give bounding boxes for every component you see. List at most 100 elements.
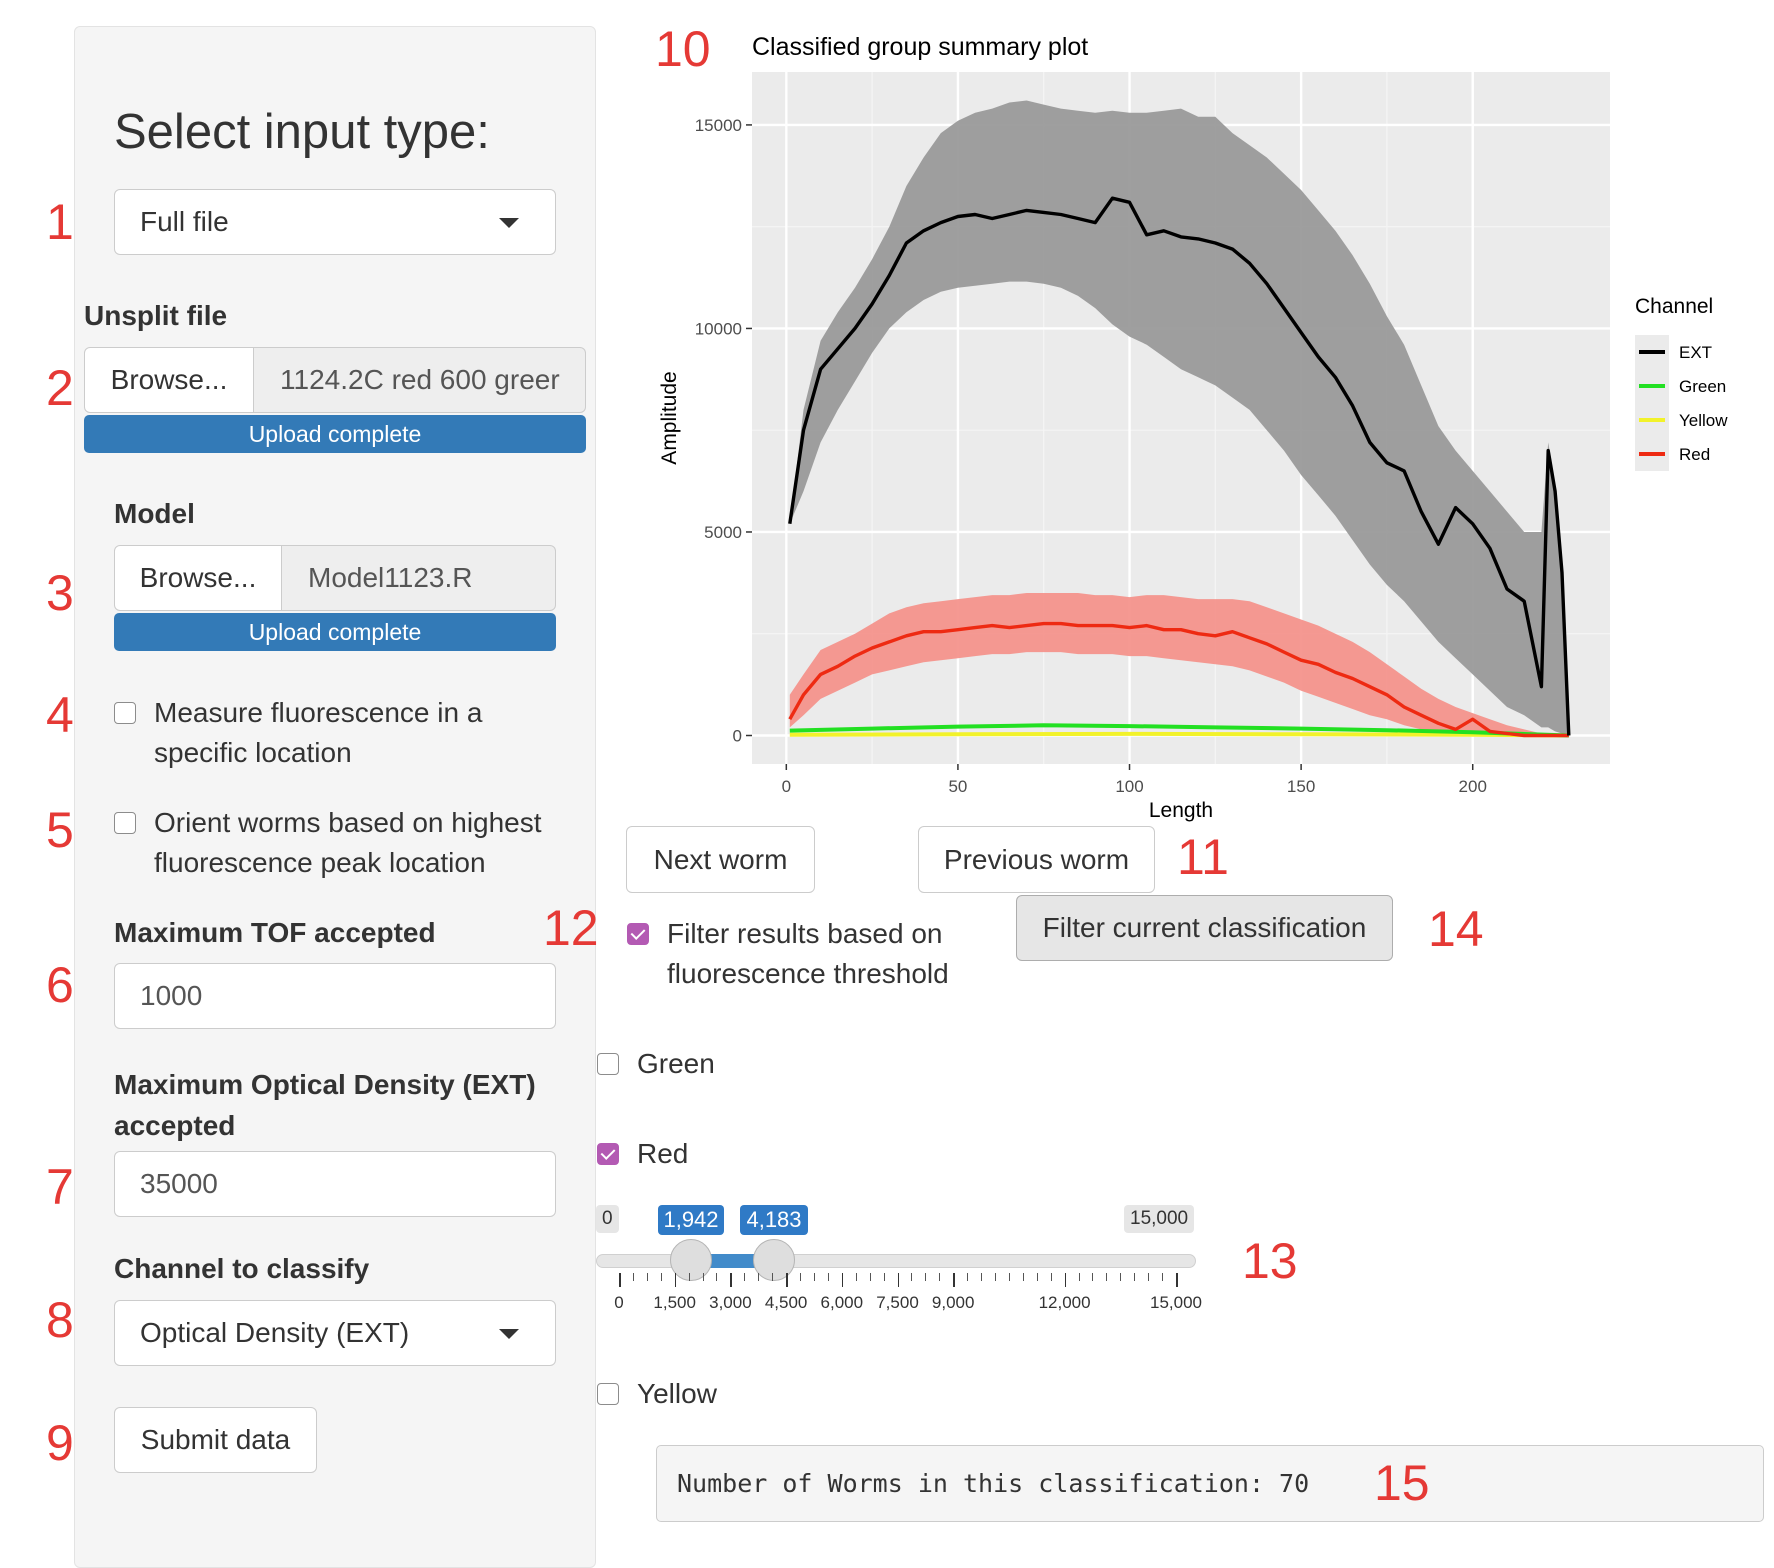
slider-minor-tick — [925, 1273, 927, 1281]
x-tick-label: 200 — [1459, 777, 1487, 796]
slider-handle-from[interactable] — [670, 1239, 713, 1281]
x-tick-label: 150 — [1287, 777, 1315, 796]
max-ext-label: Maximum Optical Density (EXT) accepted — [114, 1064, 536, 1146]
slider-major-tick — [619, 1273, 621, 1287]
input-type-value: Full file — [140, 206, 229, 237]
slider-minor-tick — [967, 1273, 969, 1281]
unsplit-browse-button[interactable]: Browse... — [84, 347, 254, 413]
model-file-input[interactable]: Browse... Model1123.R — [114, 545, 556, 611]
model-upload-progress: Upload complete — [114, 613, 556, 651]
unsplit-file-input[interactable]: Browse... 1124.2C red 600 greer — [84, 347, 586, 413]
model-label: Model — [114, 498, 195, 529]
legend-label-green: Green — [1679, 377, 1726, 396]
green-channel-checkbox[interactable] — [597, 1053, 619, 1075]
annotation-4: 4 — [46, 687, 74, 743]
slider-tick-label: 15,000 — [1150, 1293, 1202, 1312]
max-ext-label-line2: accepted — [114, 1110, 236, 1141]
y-tick-label: 0 — [733, 727, 742, 746]
slider-minor-tick — [1162, 1273, 1164, 1281]
slider-minor-tick — [1148, 1273, 1150, 1281]
max-ext-label-line1: Maximum Optical Density (EXT) — [114, 1069, 536, 1100]
previous-worm-button[interactable]: Previous worm — [918, 826, 1155, 893]
slider-minor-tick — [800, 1273, 802, 1281]
unsplit-progress-label: Upload complete — [248, 420, 422, 447]
annotation-12: 12 — [543, 900, 599, 956]
annotation-1: 1 — [46, 194, 74, 250]
next-worm-button[interactable]: Next worm — [626, 826, 815, 893]
x-tick-label: 50 — [948, 777, 967, 796]
filter-threshold-line2: fluorescence threshold — [667, 958, 949, 989]
filter-threshold-line1: Filter results based on — [667, 918, 943, 949]
slider-tick-label: 12,000 — [1038, 1293, 1091, 1312]
slider-tick-label: 3,000 — [709, 1293, 752, 1312]
channel-classify-select[interactable]: Optical Density (EXT) — [114, 1300, 556, 1366]
model-progress-label: Upload complete — [248, 618, 422, 645]
annotation-9: 9 — [46, 1415, 74, 1471]
input-type-select[interactable]: Full file — [114, 189, 556, 255]
slider-min-label: 0 — [596, 1205, 619, 1233]
slider-minor-tick — [855, 1273, 857, 1281]
line-yellow — [789, 731, 1569, 738]
slider-minor-tick — [994, 1273, 996, 1281]
red-channel-label: Red — [637, 1138, 689, 1169]
slider-to-label: 4,183 — [740, 1205, 808, 1235]
measure-fluorescence-checkbox[interactable] — [114, 702, 136, 724]
slider-minor-tick — [702, 1273, 704, 1281]
slider-tick-label: 4,500 — [764, 1293, 808, 1312]
summary-plot: 0 50 100 150 200 0 5000 10000 15000 Length Ampli… — [658, 72, 1728, 822]
chevron-down-icon — [499, 218, 519, 228]
annotation-8: 8 — [46, 1292, 74, 1348]
slider-major-tick — [730, 1273, 732, 1287]
slider-minor-tick — [813, 1273, 815, 1281]
x-tick-label: 0 — [782, 777, 791, 796]
orient-worms-checkbox[interactable] — [114, 812, 136, 834]
annotation-5: 5 — [46, 802, 74, 858]
slider-tick-label: 0 — [614, 1293, 624, 1312]
channel-classify-label: Channel to classify — [114, 1253, 370, 1284]
slider-minor-tick — [660, 1273, 662, 1281]
slider-tick-label: 6,000 — [820, 1293, 864, 1312]
red-channel-checkbox[interactable] — [597, 1143, 619, 1165]
slider-major-tick — [953, 1273, 955, 1287]
y-tick-label: 15000 — [695, 116, 742, 135]
slider-tick-label: 1,500 — [653, 1293, 696, 1312]
x-tick-label: 100 — [1115, 777, 1143, 796]
measure-fluorescence-line1: Measure fluorescence in a — [154, 697, 483, 728]
slider-major-tick — [841, 1273, 844, 1287]
yellow-channel-label: Yellow — [637, 1378, 717, 1409]
slider-major-tick — [1064, 1273, 1067, 1287]
slider-minor-tick — [1036, 1273, 1038, 1281]
filter-threshold-label: Filter results based on fluorescence thr… — [667, 914, 949, 994]
orient-worms-line1: Orient worms based on highest — [154, 807, 542, 838]
annotation-13: 13 — [1242, 1233, 1298, 1289]
slider-handle-to[interactable] — [753, 1239, 796, 1281]
max-ext-input[interactable]: 35000 — [114, 1151, 556, 1217]
orient-worms-label: Orient worms based on highest fluorescen… — [154, 803, 542, 883]
legend-label-ext: EXT — [1679, 343, 1712, 362]
unsplit-filename: 1124.2C red 600 greer — [254, 347, 586, 413]
plot-title: Classified group summary plot — [752, 33, 1089, 61]
worm-count-output: Number of Worms in this classification: … — [656, 1445, 1764, 1522]
legend-label-yellow: Yellow — [1679, 411, 1728, 430]
submit-data-button[interactable]: Submit data — [114, 1407, 317, 1473]
green-channel-label: Green — [637, 1048, 715, 1079]
measure-fluorescence-line2: specific location — [154, 737, 352, 768]
annotation-3: 3 — [46, 565, 74, 621]
plot-xlabel: Length — [1149, 799, 1213, 822]
y-tick-label: 5000 — [704, 523, 742, 542]
filter-classification-button[interactable]: Filter current classification — [1016, 895, 1393, 961]
plot-ylabel: Amplitude — [658, 371, 681, 464]
slider-major-tick — [674, 1273, 677, 1287]
y-tick-label: 10000 — [695, 319, 742, 338]
slider-minor-tick — [688, 1273, 690, 1281]
legend-title: Channel — [1635, 295, 1713, 318]
filter-threshold-checkbox[interactable] — [627, 923, 649, 945]
slider-minor-tick — [716, 1273, 718, 1281]
slider-minor-tick — [758, 1273, 760, 1281]
chevron-down-icon — [499, 1329, 519, 1339]
slider-minor-tick — [772, 1273, 774, 1281]
yellow-channel-checkbox[interactable] — [597, 1383, 619, 1405]
annotation-7: 7 — [46, 1159, 74, 1215]
model-browse-button[interactable]: Browse... — [114, 545, 282, 611]
max-tof-input[interactable]: 1000 — [114, 963, 556, 1029]
